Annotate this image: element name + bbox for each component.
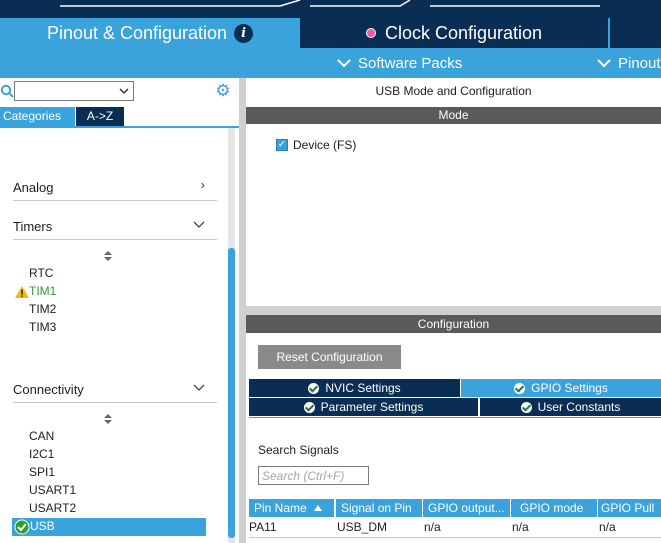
peripheral-usart2[interactable]: USART2: [29, 501, 76, 515]
strip-lines: [60, 0, 600, 7]
top-decor-strip: [0, 0, 661, 18]
subnav-bar: [0, 48, 661, 78]
panel-divider[interactable]: [239, 78, 246, 543]
group-timers-label: Timers: [13, 219, 53, 234]
tab-clock-label: Clock Configuration: [384, 22, 543, 43]
sort-icon[interactable]: [103, 413, 113, 425]
tab-gpio-label: GPIO Settings: [531, 381, 608, 395]
subnav-pinout[interactable]: Pinout: [596, 48, 661, 78]
chevron-down-icon: [193, 221, 205, 228]
column-header-gpio-mode[interactable]: GPIO mode: [511, 499, 598, 517]
peripheral-i2c1[interactable]: I2C1: [29, 447, 54, 461]
tab-nvic-settings[interactable]: NVIC Settings: [249, 379, 460, 397]
warning-icon: [15, 286, 29, 298]
peripheral-tim3[interactable]: TIM3: [29, 320, 56, 334]
chevron-down-icon: [597, 59, 611, 68]
column-header-gpio-output[interactable]: GPIO output...: [423, 499, 511, 517]
left-scrollbar-thumb[interactable]: [228, 248, 235, 538]
peripheral-rtc[interactable]: RTC: [29, 266, 53, 280]
tab-clock-configuration[interactable]: Clock Configuration: [301, 18, 607, 48]
reset-configuration-button[interactable]: Reset Configuration: [258, 345, 401, 369]
tab-pinout-configuration[interactable]: Pinout & Configuration i: [0, 18, 300, 48]
info-icon[interactable]: i: [234, 23, 254, 43]
category-search-select[interactable]: [14, 81, 134, 101]
group-analog[interactable]: Analog ›: [13, 177, 217, 201]
peripheral-can[interactable]: CAN: [29, 429, 54, 443]
group-connectivity[interactable]: Connectivity: [13, 380, 217, 403]
chevron-down-icon: [119, 88, 129, 95]
table-cell-signal[interactable]: USB_DM: [337, 518, 423, 536]
chevron-right-icon: ›: [200, 177, 205, 192]
column-header-pin-name[interactable]: Pin Name: [249, 499, 335, 517]
tab-nvic-label: NVIC Settings: [325, 381, 401, 395]
section-divider[interactable]: [246, 306, 661, 315]
peripheral-tim2[interactable]: TIM2: [29, 302, 56, 316]
column-header-gpio-pull[interactable]: GPIO Pull: [598, 499, 661, 517]
search-icon[interactable]: [0, 84, 14, 98]
tab-categories[interactable]: Categories: [0, 107, 75, 126]
mode-header: Mode: [246, 107, 661, 124]
check-circle-icon: [514, 382, 526, 394]
table-row-divider: [249, 537, 661, 538]
check-circle-icon: [520, 401, 532, 413]
search-signals-label: Search Signals: [258, 443, 339, 457]
clock-dot-icon: [365, 28, 376, 38]
peripheral-tim1[interactable]: TIM1: [29, 284, 56, 298]
configuration-header: Configuration: [246, 315, 661, 333]
device-fs-checkbox[interactable]: ✓: [276, 139, 288, 151]
tab-a-to-z[interactable]: A->Z: [76, 107, 124, 126]
table-cell-gpio-output[interactable]: n/a: [424, 518, 510, 536]
check-circle-icon: [303, 401, 315, 413]
tab-pinout-label: Pinout & Configuration: [46, 22, 228, 43]
column-header-label: Pin Name: [254, 501, 307, 515]
tab-underline: [0, 126, 240, 128]
group-analog-label: Analog: [13, 180, 54, 195]
page-title: USB Mode and Configuration: [375, 84, 532, 98]
subnav-pinout-label: Pinout: [618, 54, 661, 72]
tab-userconst-label: User Constants: [537, 400, 621, 414]
tab-parameter-settings[interactable]: Parameter Settings: [249, 398, 478, 416]
tab-separator: [608, 18, 610, 48]
sort-icon[interactable]: [103, 250, 113, 262]
table-cell-gpio-mode[interactable]: n/a: [512, 518, 598, 536]
chevron-down-icon: [337, 59, 351, 68]
tab-underline: [249, 417, 661, 418]
tab-param-label: Parameter Settings: [320, 400, 424, 414]
peripheral-usart1[interactable]: USART1: [29, 483, 76, 497]
table-cell-pin[interactable]: PA11: [249, 518, 335, 536]
tab-user-constants[interactable]: User Constants: [480, 398, 661, 416]
chevron-down-icon: [193, 384, 205, 391]
group-timers[interactable]: Timers: [13, 217, 217, 240]
peripheral-spi1[interactable]: SPI1: [29, 465, 55, 479]
sort-ascending-icon: [314, 505, 323, 511]
gear-icon[interactable]: ⚙: [214, 82, 232, 100]
peripheral-usb[interactable]: USB: [30, 519, 55, 533]
subnav-software-packs-label: Software Packs: [358, 54, 463, 72]
column-header-signal[interactable]: Signal on Pin: [336, 499, 423, 517]
group-connectivity-label: Connectivity: [13, 382, 84, 397]
tab-gpio-settings[interactable]: GPIO Settings: [461, 379, 661, 397]
check-circle-icon: [308, 382, 320, 394]
table-cell-gpio-pull[interactable]: n/a: [599, 518, 661, 536]
search-signals-input[interactable]: [258, 466, 369, 485]
device-fs-label: Device (FS): [293, 138, 357, 152]
check-circle-icon: [14, 519, 30, 535]
subnav-software-packs[interactable]: Software Packs: [336, 48, 462, 78]
